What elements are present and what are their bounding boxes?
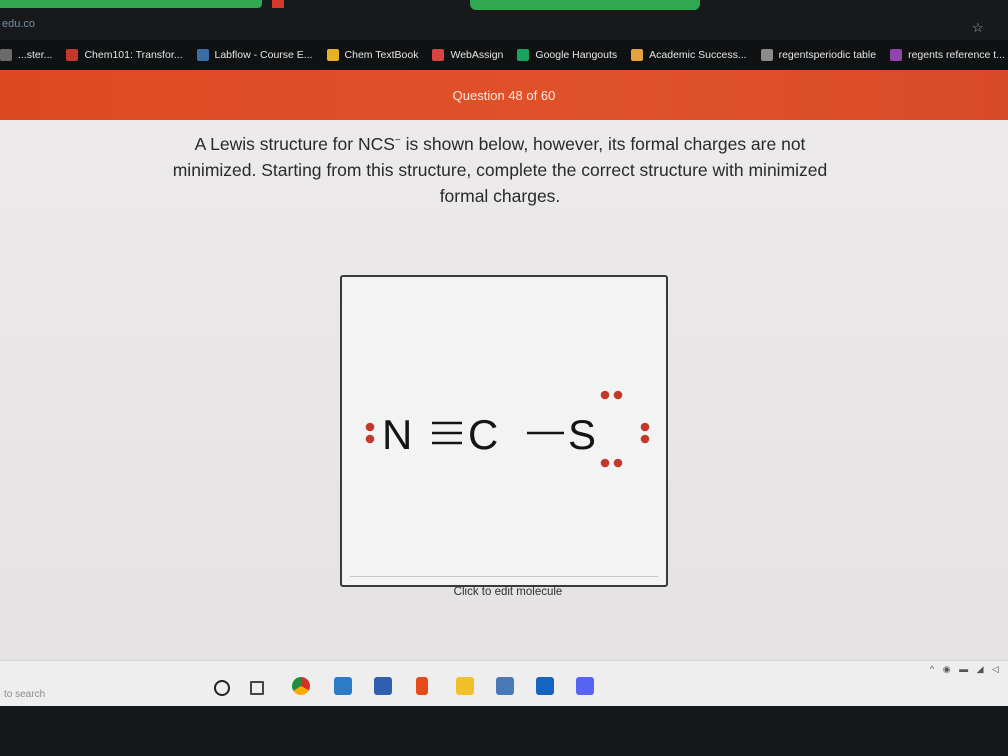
desk-background [0,706,1008,756]
lone-pair-dot-s-bottom-1 [600,458,610,468]
molecule-editor[interactable]: N C S [340,275,668,587]
lone-pair-dot-s-top-2 [613,390,623,400]
lone-pair-dot-s-right-1 [640,422,650,432]
bookmark-label: Chem101: Transfor... [84,49,183,61]
bookmark-item[interactable]: ...ster... [0,49,52,61]
triple-bond[interactable] [432,421,462,445]
discord-icon[interactable] [576,677,594,695]
bookmark-item[interactable]: Chem101: Transfor... [66,49,183,61]
chrome-icon[interactable] [292,677,310,695]
atom-c[interactable]: C [468,411,498,458]
lone-pair-dot-s-right-2 [640,434,650,444]
office-icon[interactable] [416,677,428,695]
screen: edu.co ☆ ...ster... Chem101: Transfor... L… [0,0,1008,756]
lone-pair-dot-s-top-1 [600,390,610,400]
bookmark-star-icon[interactable]: ☆ [972,20,984,36]
system-tray-icons[interactable]: ^ ◉ ▬ ◢ ◁ [930,664,1002,675]
chem101-icon [66,49,79,61]
address-bar-url[interactable]: edu.co [0,14,35,34]
bookmark-label: regentsperiodic table [778,49,877,61]
question-counter: Question 48 of 60 [452,87,556,103]
taskbar-search-box[interactable]: to search [4,689,45,700]
task-view-icon[interactable] [250,681,264,695]
bookmark-icon [0,49,12,61]
bookmark-label: Google Hangouts [535,49,618,61]
question-prompt: A Lewis structure for NCS− is shown belo… [160,128,840,209]
hangouts-icon [517,49,530,61]
browser-tab-close-icon[interactable] [272,0,284,8]
outlook-icon[interactable] [536,677,554,695]
lewis-structure[interactable]: N C S [342,277,666,585]
bookmark-label: Chem TextBook [344,49,419,61]
bookmark-item[interactable]: regents reference t... [890,49,1005,61]
calendar-app-icon[interactable] [334,677,352,695]
bookmark-label: Academic Success... [649,49,747,61]
globe-icon [760,49,773,61]
textbook-icon [326,49,339,61]
question-header: Question 48 of 60 [0,70,1008,120]
atom-n[interactable]: N [382,411,412,458]
bookmark-label: regents reference t... [908,49,1005,61]
bookmark-item[interactable]: Google Hangouts [517,49,617,61]
browser-tab-active[interactable] [470,0,700,10]
store-icon[interactable] [374,677,392,695]
bookmark-item[interactable]: Academic Success... [631,49,747,61]
browser-tab-strip: edu.co ☆ [0,0,1008,40]
academic-icon [631,49,644,61]
labflow-icon [196,49,209,61]
bookmark-label: ...ster... [18,49,53,61]
question-content: A Lewis structure for NCS− is shown belo… [0,120,1008,660]
cortana-icon[interactable] [214,680,230,696]
editor-divider [350,576,658,577]
lone-pair-dot-n-2 [365,434,375,444]
browser-tab[interactable] [0,0,262,8]
file-explorer-icon[interactable] [456,677,474,695]
bookmark-label: WebAssign [450,49,504,61]
webassign-icon [432,49,445,61]
bookmark-item[interactable]: Chem TextBook [326,49,419,61]
bookmark-item[interactable]: Labflow - Course E... [196,49,313,61]
atom-s[interactable]: S [568,411,596,458]
windows-taskbar: to search ^ ◉ ▬ ◢ ◁ [0,660,1008,707]
lone-pair-dot-n-1 [365,422,375,432]
bookmarks-bar: ...ster... Chem101: Transfor... Labflow - … [0,40,1008,70]
bookmark-label: Labflow - Course E... [214,49,313,61]
prompt-text-start: A Lewis structure for NCS [194,133,395,154]
mail-icon[interactable] [496,677,514,695]
reference-icon [890,49,903,61]
edit-molecule-caption[interactable]: Click to edit molecule [340,586,676,598]
bookmark-item[interactable]: WebAssign [432,49,503,61]
lone-pair-dot-s-bottom-2 [613,458,623,468]
bookmark-item[interactable]: regentsperiodic table [760,49,877,61]
